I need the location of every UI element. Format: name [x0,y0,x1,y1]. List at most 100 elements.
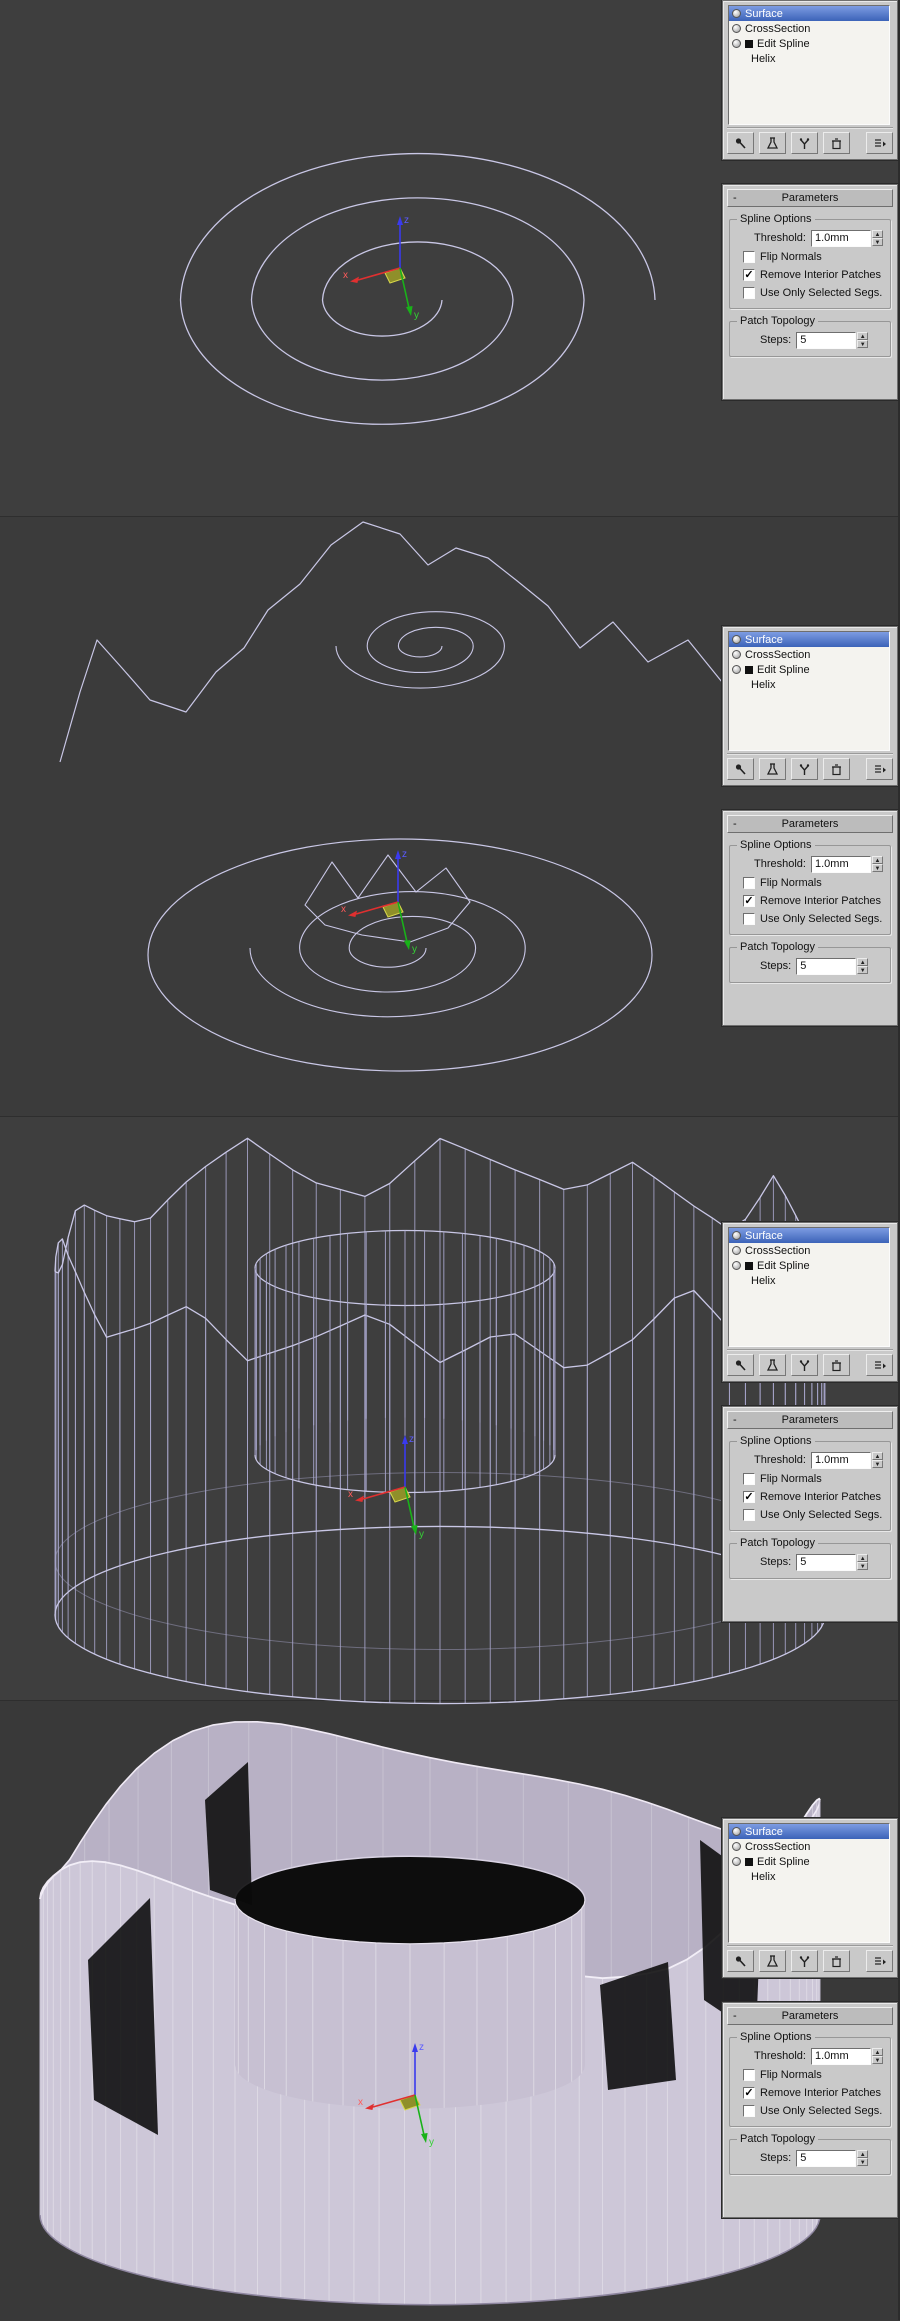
threshold-spinner[interactable]: ▲ ▼ [871,2048,883,2064]
rollout-header-parameters[interactable]: - Parameters [727,1411,893,1429]
steps-input[interactable]: 5 [796,1553,857,1571]
configure-modifier-sets-button[interactable] [866,132,893,154]
remove-modifier-button[interactable] [823,1950,850,1972]
stack-item-surface[interactable]: Surface [729,1228,889,1243]
stack-item-edit-spline[interactable]: Edit Spline [729,1258,889,1273]
remove-modifier-button[interactable] [823,758,850,780]
make-unique-button[interactable] [791,132,818,154]
steps-input[interactable]: 5 [796,957,857,975]
rollout-header-parameters[interactable]: - Parameters [727,189,893,207]
stack-item-crosssection[interactable]: CrossSection [729,1243,889,1258]
stack-item-crosssection[interactable]: CrossSection [729,647,889,662]
stack-item-edit-spline[interactable]: Edit Spline [729,1854,889,1869]
threshold-spinner[interactable]: ▲ ▼ [871,1452,883,1468]
threshold-input[interactable]: 1.0mm [810,2047,871,2065]
use-only-selected-segs-checkbox[interactable] [743,1509,755,1521]
steps-spinner[interactable]: ▲ ▼ [857,958,869,974]
pin-stack-button[interactable] [727,1354,754,1376]
modifier-bulb-icon[interactable] [732,650,741,659]
modifier-bulb-icon[interactable] [732,665,741,674]
modifier-bulb-icon[interactable] [732,1842,741,1851]
flip-normals-checkbox[interactable] [743,251,755,263]
steps-spinner[interactable]: ▲ ▼ [857,1554,869,1570]
pin-stack-button[interactable] [727,758,754,780]
modifier-bulb-icon[interactable] [732,9,741,18]
spinner-up-icon[interactable]: ▲ [871,1452,883,1460]
configure-modifier-sets-button[interactable] [866,1950,893,1972]
use-only-selected-segs-checkbox[interactable] [743,287,755,299]
spinner-up-icon[interactable]: ▲ [857,1554,869,1562]
spinner-down-icon[interactable]: ▼ [857,340,869,348]
spinner-up-icon[interactable]: ▲ [857,958,869,966]
spinner-up-icon[interactable]: ▲ [857,332,869,340]
configure-modifier-sets-button[interactable] [866,758,893,780]
spinner-up-icon[interactable]: ▲ [871,2048,883,2056]
pin-stack-button[interactable] [727,1950,754,1972]
stack-item-crosssection[interactable]: CrossSection [729,21,889,36]
spinner-up-icon[interactable]: ▲ [871,230,883,238]
make-unique-button[interactable] [791,1950,818,1972]
use-only-selected-segs-checkbox[interactable] [743,913,755,925]
modifier-stack-list[interactable]: Surface CrossSection Edit Spline Helix [728,1227,890,1347]
rollout-header-parameters[interactable]: - Parameters [727,2007,893,2025]
threshold-spinner[interactable]: ▲ ▼ [871,230,883,246]
pin-stack-button[interactable] [727,132,754,154]
stack-item-surface[interactable]: Surface [729,6,889,21]
remove-interior-patches-checkbox[interactable]: ✓ [743,895,755,907]
stack-item-edit-spline[interactable]: Edit Spline [729,36,889,51]
modifier-bulb-icon[interactable] [732,1261,741,1270]
steps-input[interactable]: 5 [796,2149,857,2167]
spinner-down-icon[interactable]: ▼ [871,864,883,872]
spinner-up-icon[interactable]: ▲ [857,2150,869,2158]
show-end-result-button[interactable] [759,758,786,780]
threshold-spinner[interactable]: ▲ ▼ [871,856,883,872]
steps-spinner[interactable]: ▲ ▼ [857,2150,869,2166]
stack-item-helix[interactable]: Helix [729,1869,889,1884]
make-unique-button[interactable] [791,758,818,780]
modifier-stack-list[interactable]: Surface CrossSection Edit Spline Helix [728,5,890,125]
stack-item-surface[interactable]: Surface [729,1824,889,1839]
stack-item-crosssection[interactable]: CrossSection [729,1839,889,1854]
remove-modifier-button[interactable] [823,1354,850,1376]
steps-input[interactable]: 5 [796,331,857,349]
show-end-result-button[interactable] [759,1950,786,1972]
spinner-down-icon[interactable]: ▼ [871,238,883,246]
modifier-bulb-icon[interactable] [732,635,741,644]
modifier-bulb-icon[interactable] [732,1857,741,1866]
stack-item-helix[interactable]: Helix [729,51,889,66]
flip-normals-checkbox[interactable] [743,1473,755,1485]
flip-normals-checkbox[interactable] [743,877,755,889]
remove-modifier-button[interactable] [823,132,850,154]
make-unique-button[interactable] [791,1354,818,1376]
modifier-bulb-icon[interactable] [732,24,741,33]
stack-item-edit-spline[interactable]: Edit Spline [729,662,889,677]
show-end-result-button[interactable] [759,132,786,154]
modifier-bulb-icon[interactable] [732,1231,741,1240]
show-end-result-button[interactable] [759,1354,786,1376]
remove-interior-patches-checkbox[interactable]: ✓ [743,2087,755,2099]
threshold-input[interactable]: 1.0mm [810,229,871,247]
stack-item-helix[interactable]: Helix [729,1273,889,1288]
modifier-stack-list[interactable]: Surface CrossSection Edit Spline Helix [728,631,890,751]
spinner-down-icon[interactable]: ▼ [857,966,869,974]
steps-spinner[interactable]: ▲ ▼ [857,332,869,348]
remove-interior-patches-checkbox[interactable]: ✓ [743,1491,755,1503]
configure-modifier-sets-button[interactable] [866,1354,893,1376]
rollout-header-parameters[interactable]: - Parameters [727,815,893,833]
modifier-bulb-icon[interactable] [732,39,741,48]
stack-item-surface[interactable]: Surface [729,632,889,647]
spinner-down-icon[interactable]: ▼ [871,1460,883,1468]
spinner-up-icon[interactable]: ▲ [871,856,883,864]
flip-normals-checkbox[interactable] [743,2069,755,2081]
modifier-bulb-icon[interactable] [732,1246,741,1255]
remove-interior-patches-checkbox[interactable]: ✓ [743,269,755,281]
spinner-down-icon[interactable]: ▼ [857,2158,869,2166]
modifier-stack-list[interactable]: Surface CrossSection Edit Spline Helix [728,1823,890,1943]
spinner-down-icon[interactable]: ▼ [857,1562,869,1570]
use-only-selected-segs-checkbox[interactable] [743,2105,755,2117]
stack-item-helix[interactable]: Helix [729,677,889,692]
spinner-down-icon[interactable]: ▼ [871,2056,883,2064]
threshold-input[interactable]: 1.0mm [810,855,871,873]
modifier-bulb-icon[interactable] [732,1827,741,1836]
threshold-input[interactable]: 1.0mm [810,1451,871,1469]
